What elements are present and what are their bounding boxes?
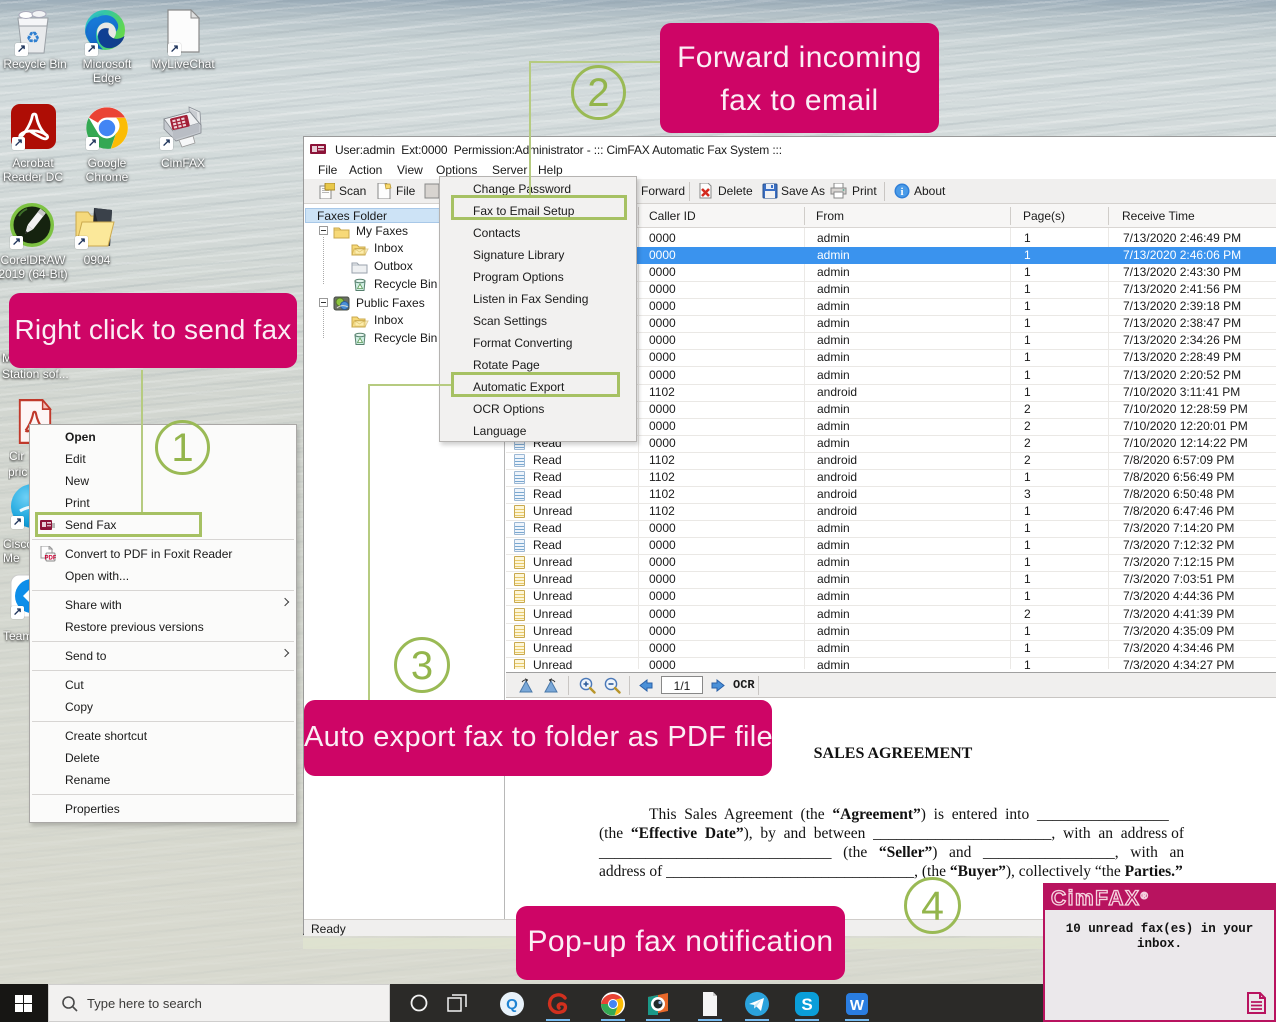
svg-text:Q: Q (506, 996, 518, 1013)
svg-text:S: S (801, 995, 812, 1014)
svg-text:PDF: PDF (45, 556, 57, 562)
svg-text:i: i (900, 186, 903, 198)
svg-text:W: W (850, 997, 865, 1014)
